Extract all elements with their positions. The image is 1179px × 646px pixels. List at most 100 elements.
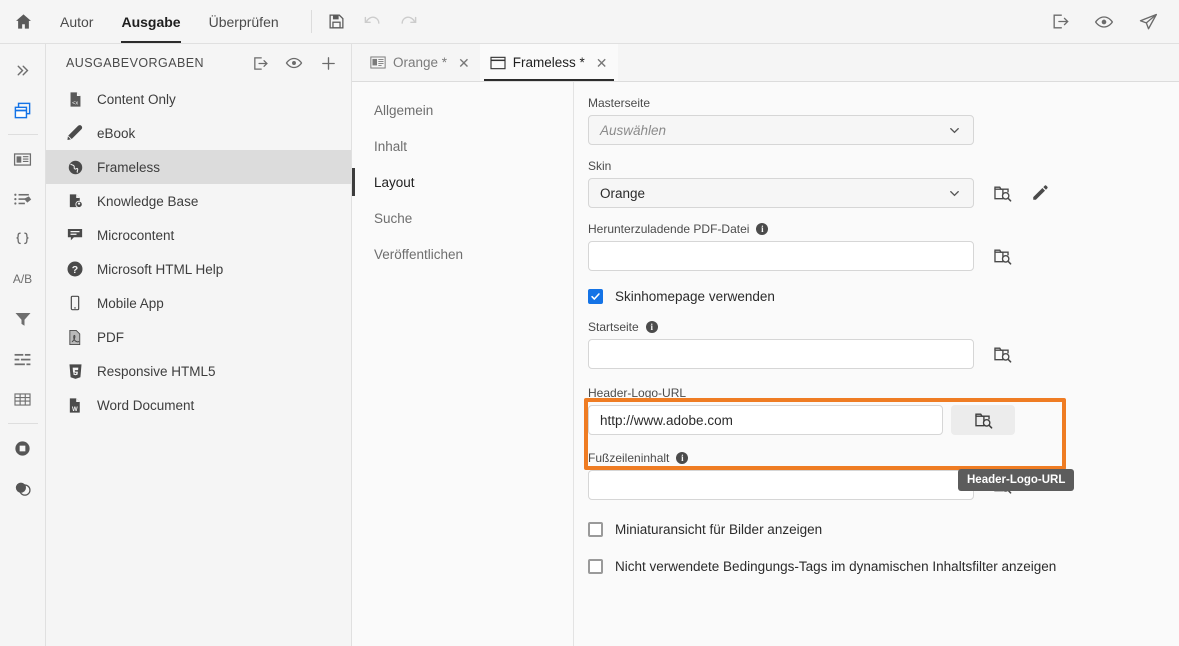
master-page-icon bbox=[370, 56, 386, 70]
knowledge-base-icon bbox=[66, 192, 84, 210]
toolbar-divider bbox=[310, 10, 312, 33]
menu-ueberpruefen[interactable]: Überprüfen bbox=[195, 0, 293, 43]
top-menu-right bbox=[1049, 0, 1179, 43]
subnav-label: Allgemein bbox=[374, 102, 434, 118]
content-only-icon: <x bbox=[66, 90, 84, 108]
menu-ausgabe[interactable]: Ausgabe bbox=[107, 0, 194, 43]
generate-output-button[interactable] bbox=[251, 54, 269, 72]
subnav-item-suche[interactable]: Suche bbox=[352, 200, 573, 236]
header-logo-url-browse-button[interactable] bbox=[951, 405, 1015, 435]
main-body: A/B AUSGABEVORGABEN <x Content Only eBoo… bbox=[0, 44, 1179, 646]
preset-item-ebook[interactable]: eBook bbox=[46, 116, 351, 150]
rail-item-snippets[interactable] bbox=[0, 179, 46, 219]
filter-funnel-icon bbox=[14, 310, 32, 328]
tab-frameless[interactable]: Frameless * ✕ bbox=[479, 44, 618, 81]
snippets-tags-icon bbox=[13, 190, 32, 209]
undo-button[interactable] bbox=[362, 11, 384, 33]
thumbnails-checkbox[interactable] bbox=[588, 522, 603, 537]
header-logo-url-tooltip: Header-Logo-URL bbox=[958, 469, 1075, 491]
add-preset-button[interactable] bbox=[319, 54, 337, 72]
rail-item-skins[interactable] bbox=[0, 468, 46, 508]
rail-divider-2 bbox=[7, 423, 38, 424]
preset-item-pdf[interactable]: PDF bbox=[46, 320, 351, 354]
tab-close-icon[interactable]: ✕ bbox=[596, 56, 608, 70]
rail-item-master-pages[interactable] bbox=[0, 139, 46, 179]
info-icon[interactable]: i bbox=[756, 223, 769, 235]
subnav-item-layout[interactable]: Layout bbox=[352, 164, 573, 200]
preset-item-microcontent[interactable]: Microcontent bbox=[46, 218, 351, 252]
thumbnails-label: Miniaturansicht für Bilder anzeigen bbox=[615, 522, 823, 537]
startseite-input[interactable] bbox=[588, 339, 974, 369]
fusszeileninhalt-input[interactable] bbox=[588, 470, 974, 500]
preset-label: PDF bbox=[97, 329, 124, 345]
preset-item-ms-html-help[interactable]: ? Microsoft HTML Help bbox=[46, 252, 351, 286]
top-menu-bar: Autor Ausgabe Überprüfen bbox=[0, 0, 1179, 44]
rail-item-variables[interactable] bbox=[0, 219, 46, 259]
presets-title: AUSGABEVORGABEN bbox=[66, 56, 205, 70]
preset-item-responsive-html5[interactable]: Responsive HTML5 bbox=[46, 354, 351, 388]
svg-text:<x: <x bbox=[72, 100, 78, 106]
stop-circle-icon bbox=[13, 439, 32, 458]
masterseite-select[interactable]: Auswählen bbox=[588, 115, 974, 145]
skin-control-row: Orange bbox=[588, 178, 1179, 208]
skins-layers-icon bbox=[13, 479, 32, 498]
header-logo-url-value: http://www.adobe.com bbox=[600, 412, 733, 428]
subnav-label: Veröffentlichen bbox=[374, 246, 464, 262]
expand-chevrons-icon bbox=[14, 62, 31, 79]
browse-folder-search-icon bbox=[993, 345, 1012, 364]
generate-output-button[interactable] bbox=[1049, 11, 1071, 33]
tab-orange[interactable]: Orange * ✕ bbox=[360, 44, 480, 81]
view-output-eye-icon bbox=[285, 54, 303, 72]
home-icon bbox=[14, 12, 33, 31]
skinhomepage-checkbox[interactable] bbox=[588, 289, 603, 304]
pdf-datei-input[interactable] bbox=[588, 241, 974, 271]
preset-label: Microcontent bbox=[97, 227, 175, 243]
add-preset-plus-icon bbox=[320, 55, 337, 72]
save-button[interactable] bbox=[326, 11, 348, 33]
subnav-item-inhalt[interactable]: Inhalt bbox=[352, 128, 573, 164]
rail-item-table-styles[interactable] bbox=[0, 379, 46, 419]
redo-button[interactable] bbox=[398, 11, 420, 33]
pdf-datei-browse-button[interactable] bbox=[991, 245, 1013, 267]
browse-folder-search-icon bbox=[993, 184, 1012, 203]
field-pdf-datei: Herunterzuladende PDF-Datei i bbox=[588, 222, 1179, 271]
subnav-item-veroeffentlichen[interactable]: Veröffentlichen bbox=[352, 236, 573, 272]
subnav-label: Inhalt bbox=[374, 138, 408, 154]
skinhomepage-label: Skinhomepage verwenden bbox=[615, 289, 775, 304]
rail-item-output-presets[interactable] bbox=[0, 90, 46, 130]
send-paper-plane-icon bbox=[1138, 12, 1158, 32]
skin-browse-button[interactable] bbox=[991, 182, 1013, 204]
preset-item-content-only[interactable]: <x Content Only bbox=[46, 82, 351, 116]
unused-tags-checkbox-row[interactable]: Nicht verwendete Bedingungs-Tags im dyna… bbox=[588, 559, 1179, 574]
preset-item-frameless[interactable]: Frameless bbox=[46, 150, 351, 184]
info-icon[interactable]: i bbox=[676, 452, 689, 464]
skin-select[interactable]: Orange bbox=[588, 178, 974, 208]
skin-value: Orange bbox=[600, 185, 646, 201]
header-logo-url-control-row: http://www.adobe.com bbox=[588, 405, 1179, 435]
expand-panel-button[interactable] bbox=[0, 50, 46, 90]
publish-send-button[interactable] bbox=[1137, 11, 1159, 33]
preset-item-word-document[interactable]: W Word Document bbox=[46, 388, 351, 422]
rail-item-stop[interactable] bbox=[0, 428, 46, 468]
header-logo-url-input[interactable]: http://www.adobe.com bbox=[588, 405, 943, 435]
rail-item-filter[interactable] bbox=[0, 299, 46, 339]
tab-close-icon[interactable]: ✕ bbox=[458, 56, 470, 70]
icon-rail: A/B bbox=[0, 44, 46, 646]
thumbnails-checkbox-row[interactable]: Miniaturansicht für Bilder anzeigen bbox=[588, 522, 1179, 537]
info-icon[interactable]: i bbox=[645, 321, 658, 333]
preset-item-mobile-app[interactable]: Mobile App bbox=[46, 286, 351, 320]
preview-button[interactable] bbox=[1093, 11, 1115, 33]
document-pane: Orange * ✕ Frameless * ✕ Allgemein Inhal… bbox=[352, 44, 1179, 646]
skinhomepage-checkbox-row[interactable]: Skinhomepage verwenden bbox=[588, 289, 1179, 304]
view-output-button[interactable] bbox=[285, 54, 303, 72]
home-button[interactable] bbox=[0, 0, 46, 43]
rail-item-expressions[interactable] bbox=[0, 339, 46, 379]
preset-item-knowledge-base[interactable]: Knowledge Base bbox=[46, 184, 351, 218]
subnav-item-allgemein[interactable]: Allgemein bbox=[352, 92, 573, 128]
rail-item-conditions[interactable]: A/B bbox=[0, 259, 46, 299]
skin-edit-button[interactable] bbox=[1030, 183, 1050, 203]
menu-autor[interactable]: Autor bbox=[46, 0, 107, 43]
startseite-browse-button[interactable] bbox=[991, 343, 1013, 365]
svg-text:?: ? bbox=[72, 264, 78, 276]
unused-tags-checkbox[interactable] bbox=[588, 559, 603, 574]
